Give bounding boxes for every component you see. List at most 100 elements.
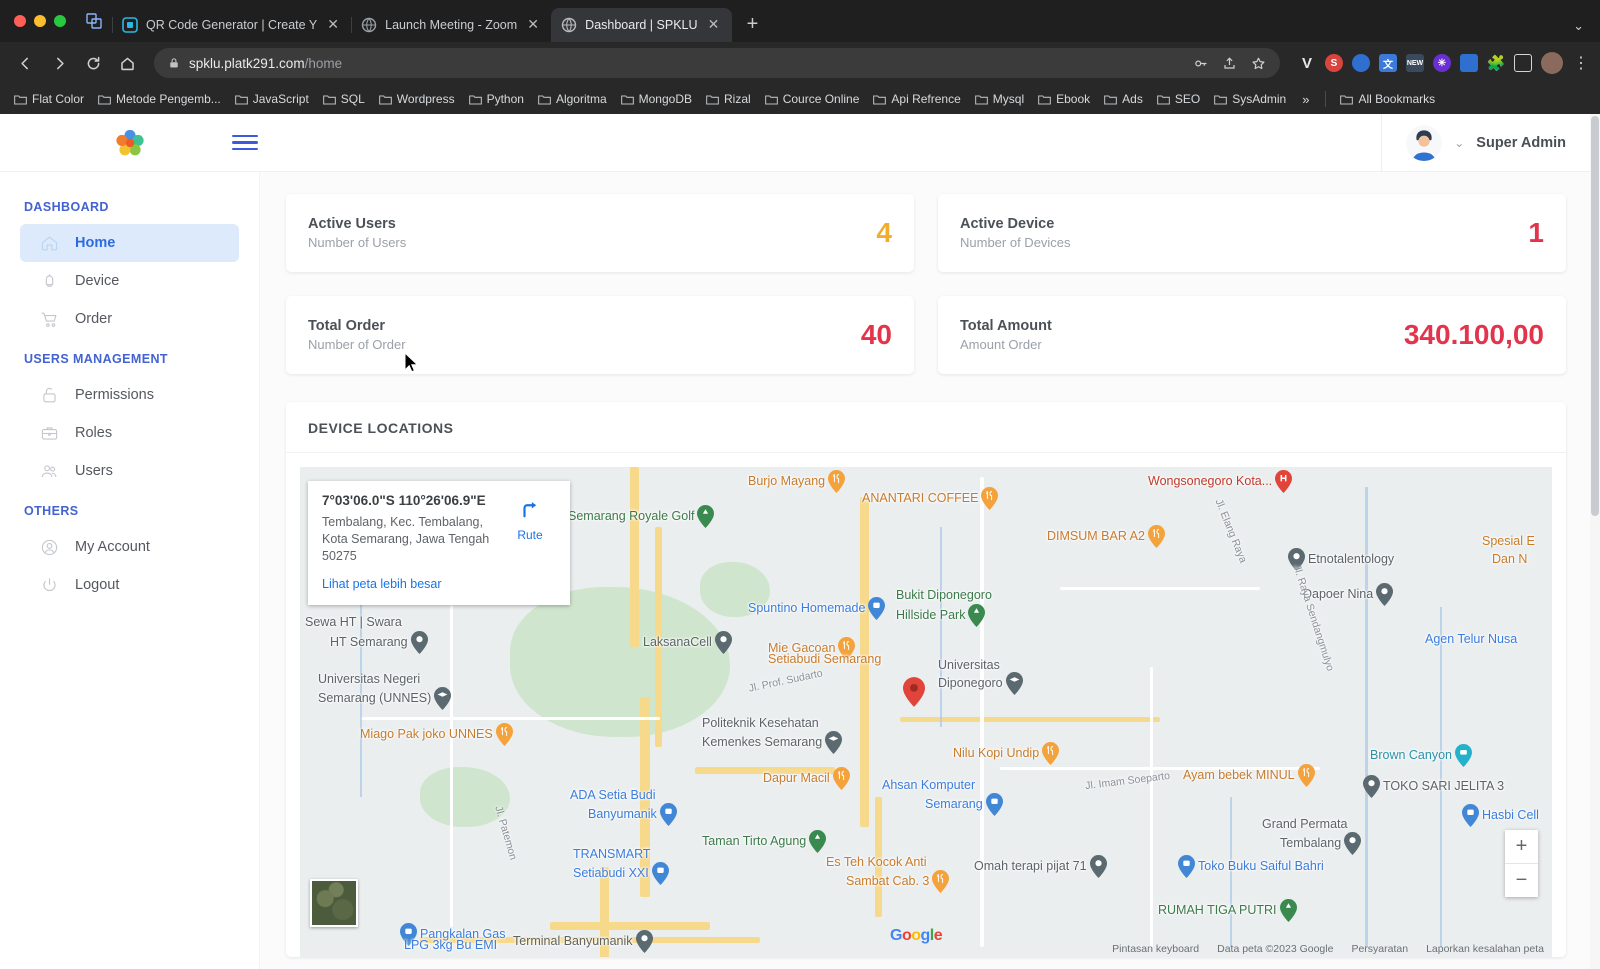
bookmarks-overflow-button[interactable]: »	[1294, 92, 1317, 107]
map-pin[interactable]	[1376, 583, 1394, 606]
sidebar-item-order[interactable]: Order	[20, 300, 239, 338]
map-poi[interactable]: Hasbi Cell	[1462, 804, 1539, 827]
map-poi[interactable]: Spuntino Homemade	[748, 597, 886, 620]
maximize-window-button[interactable]	[54, 15, 66, 27]
bookmark-item[interactable]: Wordpress	[373, 89, 461, 109]
map-poi[interactable]: ADA Setia Budi	[570, 788, 655, 802]
map-pin[interactable]	[1455, 744, 1472, 767]
map-pin[interactable]	[1005, 672, 1023, 695]
map-poi[interactable]: HT Semarang	[330, 631, 428, 654]
map-poi[interactable]: Sewa HT | Swara	[305, 615, 402, 629]
map-pin[interactable]	[932, 870, 950, 893]
map-poi[interactable]: Terminal Banyumanik	[513, 930, 653, 953]
zoom-in-button[interactable]: +	[1505, 830, 1538, 863]
bookmark-item[interactable]: SysAdmin	[1208, 89, 1292, 109]
map-poi[interactable]: Dapoer Nina	[1303, 583, 1394, 606]
map-pin[interactable]	[1089, 855, 1107, 878]
puzzle-icon[interactable]: 🧩	[1487, 54, 1506, 72]
grammarly-icon[interactable]: S	[1325, 54, 1343, 72]
side-panel-icon[interactable]	[1514, 54, 1532, 72]
map-poi[interactable]: Diponegoro	[938, 672, 1023, 695]
map-poi[interactable]: ANANTARI COFFEE	[862, 487, 999, 510]
map-poi[interactable]: Grand Permata	[1262, 817, 1347, 831]
sidebar-item-roles[interactable]: Roles	[20, 414, 239, 452]
map-poi[interactable]: Setiabudi Semarang	[768, 652, 881, 666]
map-poi[interactable]: Dapur Macil	[763, 767, 850, 790]
tab-list-chevron-icon[interactable]: ⌄	[1573, 18, 1600, 42]
stat-card-total-order[interactable]: Total Order Number of Order 40	[286, 296, 914, 374]
map-poi[interactable]: Dan N	[1492, 552, 1527, 566]
map-poi[interactable]: Semarang (UNNES)	[318, 687, 452, 710]
map-zoom-controls[interactable]: + −	[1505, 830, 1538, 897]
window-controls[interactable]	[12, 0, 76, 42]
bookmark-item[interactable]: Flat Color	[8, 89, 90, 109]
map-poi[interactable]: TRANSMART	[573, 847, 651, 861]
device-location-marker[interactable]	[903, 677, 925, 707]
map-pin[interactable]	[697, 505, 715, 528]
map-poi[interactable]: Toko Buku Saiful Bahri	[1178, 855, 1324, 878]
home-button[interactable]	[112, 48, 142, 78]
sidebar-toggle-button[interactable]	[232, 134, 258, 151]
map-poi[interactable]: TOKO SARI JELITA 3	[1363, 775, 1504, 798]
map-poi[interactable]: Hillside Park	[896, 604, 986, 627]
map-pin[interactable]	[1275, 470, 1293, 493]
map-poi[interactable]: Kemenkes Semarang	[702, 731, 843, 754]
map-pin[interactable]	[981, 487, 999, 510]
bookmark-item[interactable]: SQL	[317, 89, 371, 109]
key-icon[interactable]	[1193, 56, 1208, 71]
map-poi[interactable]: Bukit Diponegoro	[896, 588, 992, 602]
zoom-out-button[interactable]: −	[1505, 864, 1538, 897]
stat-card-total-amount[interactable]: Total Amount Amount Order 340.100,00	[938, 296, 1566, 374]
map-footer-link[interactable]: Pintasan keyboard	[1112, 943, 1199, 955]
map-pin[interactable]	[434, 687, 452, 710]
bookmark-item[interactable]: Ebook	[1032, 89, 1096, 109]
map-poi[interactable]: Agen Telur Nusa	[1425, 632, 1517, 646]
map-pin[interactable]	[1178, 855, 1195, 878]
sidebar-item-home[interactable]: Home	[20, 224, 239, 262]
map-poi[interactable]: Etnotalentology	[1288, 548, 1394, 571]
view-larger-map-link[interactable]: Lihat peta lebih besar	[322, 577, 496, 591]
map-pin[interactable]	[828, 470, 846, 493]
map-pin[interactable]	[1462, 804, 1479, 827]
map-poi[interactable]: Omah terapi pijat 71	[974, 855, 1107, 878]
map-pin[interactable]	[1297, 764, 1315, 787]
map-poi[interactable]: Brown Canyon	[1370, 744, 1472, 767]
v-icon[interactable]: V	[1298, 54, 1316, 72]
map-poi[interactable]: Nilu Kopi Undip	[953, 742, 1060, 765]
settings-icon[interactable]: ✳	[1433, 54, 1451, 72]
map-poi[interactable]: LaksanaCell	[643, 631, 732, 654]
map-poi[interactable]: Setiabudi XXI	[573, 862, 669, 885]
map-pin[interactable]	[832, 767, 850, 790]
map-pin[interactable]	[1279, 899, 1297, 922]
tab-search-icon[interactable]	[76, 0, 112, 42]
minimize-window-button[interactable]	[34, 15, 46, 27]
browser-tab-2[interactable]: Launch Meeting - Zoom ✕	[351, 8, 552, 42]
map-poi[interactable]: LPG 3kg Bu EMI	[404, 938, 497, 952]
close-window-button[interactable]	[14, 15, 26, 27]
bookmark-item[interactable]: Mysql	[969, 89, 1030, 109]
new-badge-icon[interactable]: NEW	[1406, 54, 1424, 72]
map-footer-link[interactable]: Data peta ©2023 Google	[1217, 943, 1333, 955]
route-button[interactable]: Rute	[504, 493, 556, 591]
share-icon[interactable]	[1222, 56, 1237, 71]
map-pin[interactable]	[410, 631, 428, 654]
map-pin[interactable]	[868, 597, 886, 620]
sidebar-item-device[interactable]: Device	[20, 262, 239, 300]
page-scrollbar[interactable]	[1590, 114, 1600, 969]
map-poi[interactable]: Burjo Mayang	[748, 470, 846, 493]
scrollbar-thumb[interactable]	[1591, 116, 1599, 516]
star-icon[interactable]	[1251, 56, 1266, 71]
map-poi[interactable]: Ahsan Komputer	[882, 778, 975, 792]
close-tab-icon[interactable]: ✕	[525, 17, 541, 33]
map-poi[interactable]: Tembalang	[1280, 832, 1362, 855]
map-poi[interactable]: Miago Pak joko UNNES	[360, 723, 513, 746]
bookmark-item[interactable]: Cource Online	[759, 89, 866, 109]
map-footer-link[interactable]: Persyaratan	[1351, 943, 1408, 955]
reload-button[interactable]	[78, 48, 108, 78]
all-bookmarks-button[interactable]: All Bookmarks	[1334, 89, 1441, 109]
google-logo[interactable]: Google	[890, 927, 943, 945]
map-pin[interactable]	[714, 631, 732, 654]
spklu-logo[interactable]	[113, 126, 147, 160]
map-poi[interactable]: Wongsonegoro Kota...	[1148, 470, 1293, 493]
bookmark-item[interactable]: MongoDB	[615, 89, 698, 109]
